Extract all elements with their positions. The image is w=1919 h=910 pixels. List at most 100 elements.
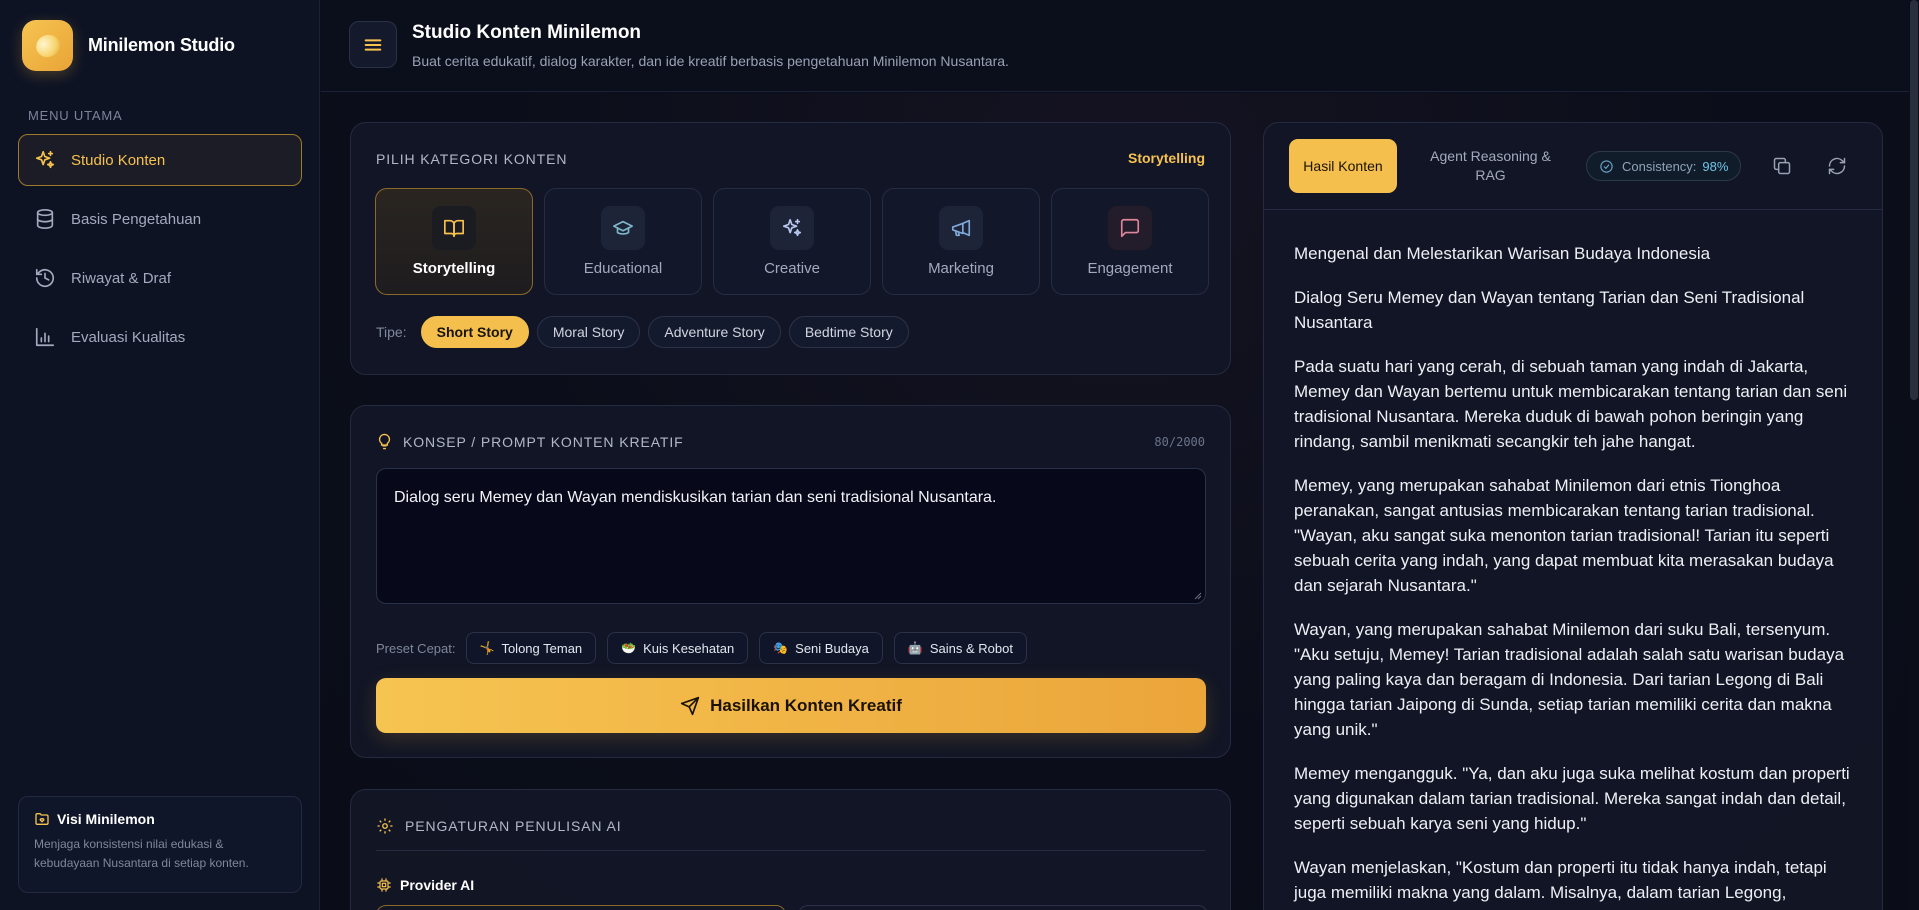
gear-icon (377, 818, 393, 834)
bar-chart-icon (34, 326, 56, 348)
selected-category-label: Storytelling (1127, 150, 1205, 166)
result-paragraph: Memey, yang merupakan sahabat Minilemon … (1294, 476, 1834, 595)
prompt-section-label: KONSEP / PROMPT KONTEN KREATIF (403, 433, 684, 450)
result-paragraph: Pada suatu hari yang cerah, di sebuah ta… (1294, 357, 1848, 451)
result-heading: Mengenal dan Melestarikan Warisan Budaya… (1294, 244, 1711, 263)
type-chip-short-story[interactable]: Short Story (420, 316, 529, 348)
page-title: Studio Konten Minilemon (412, 22, 642, 43)
database-icon (34, 208, 56, 230)
tab-agent-reasoning[interactable]: Agent Reasoning & RAG (1418, 147, 1563, 185)
category-tile-label: Marketing (928, 260, 994, 277)
visi-card: Visi Minilemon Menjaga konsistensi nilai… (18, 796, 302, 893)
generate-button-label: Hasilkan Konten Kreatif (710, 695, 902, 715)
sidebar-item-label: Evaluasi Kualitas (71, 328, 186, 346)
prompt-card: KONSEP / PROMPT KONTEN KREATIF 80/2000 D… (350, 405, 1231, 758)
type-chip-adventure-story[interactable]: Adventure Story (648, 316, 781, 348)
type-chip-moral-story[interactable]: Moral Story (536, 316, 641, 348)
type-chip-bedtime-story[interactable]: Bedtime Story (788, 316, 909, 348)
resize-handle-icon[interactable] (1192, 590, 1202, 600)
provider-select[interactable] (376, 905, 786, 910)
sparkles-icon (34, 149, 56, 171)
consistency-value: 98% (1702, 158, 1729, 174)
preset-chip-tolong-teman[interactable]: 🤸 Tolong Teman (465, 632, 597, 664)
character-count: 80/2000 (1154, 435, 1205, 449)
message-square-icon (1108, 206, 1152, 250)
ai-settings-label: PENGATURAN PENULISAN AI (405, 818, 622, 834)
lemon-logo-icon (22, 20, 73, 71)
divider (376, 850, 1205, 851)
graduation-cap-icon (601, 206, 645, 250)
copy-button[interactable] (1765, 149, 1799, 183)
salad-icon: 🥗 (621, 641, 637, 655)
preset-chip-label: Seni Budaya (795, 640, 869, 656)
sidebar-item-label: Studio Konten (71, 151, 166, 169)
preset-chip-seni-budaya[interactable]: 🎭 Seni Budaya (759, 632, 883, 664)
visi-title-text: Visi Minilemon (57, 811, 155, 827)
result-content: Mengenal dan Melestarikan Warisan Budaya… (1294, 241, 1854, 910)
brand[interactable]: Minilemon Studio (22, 20, 235, 71)
prompt-text: Dialog seru Memey dan Wayan mendiskusika… (394, 489, 997, 506)
result-subheading: Dialog Seru Memey dan Wayan tentang Tari… (1294, 288, 1805, 332)
category-tile-label: Educational (583, 260, 663, 277)
sidebar-item-evaluasi-kualitas[interactable]: Evaluasi Kualitas (18, 311, 302, 363)
megaphone-icon (939, 206, 983, 250)
scrollbar-thumb[interactable] (1910, 0, 1918, 400)
menu-toggle-button[interactable] (349, 21, 397, 68)
preset-label: Preset Cepat: (376, 640, 456, 656)
regenerate-button[interactable] (1820, 149, 1854, 183)
check-circle-icon (1600, 159, 1613, 173)
ai-settings-header: PENGATURAN PENULISAN AI (376, 817, 622, 835)
sidebar-item-label: Basis Pengetahuan (71, 210, 202, 228)
copy-icon (1773, 157, 1791, 175)
category-tile-label: Engagement (1087, 260, 1173, 277)
model-select[interactable] (798, 905, 1208, 910)
category-card: PILIH KATEGORI KONTEN Storytelling Story… (350, 122, 1231, 375)
send-icon (680, 696, 700, 715)
sidebar: Minilemon Studio MENU UTAMA Studio Konte… (0, 0, 320, 910)
top-header: Studio Konten Minilemon Buat cerita eduk… (321, 0, 1919, 92)
sidebar-item-label: Riwayat & Draf (71, 269, 172, 287)
provider-label-text: Provider AI (400, 877, 475, 893)
brand-name: Minilemon Studio (88, 35, 235, 55)
preset-chip-kuis-kesehatan[interactable]: 🥗 Kuis Kesehatan (607, 632, 749, 664)
category-tile-marketing[interactable]: Marketing (882, 188, 1040, 295)
visi-title: Visi Minilemon (34, 811, 286, 827)
menu-section-title: MENU UTAMA (28, 108, 123, 123)
provider-label: Provider AI (376, 877, 474, 893)
category-tile-creative[interactable]: Creative (713, 188, 871, 295)
prompt-textarea[interactable]: Dialog seru Memey dan Wayan mendiskusika… (376, 468, 1206, 604)
page-scrollbar[interactable] (1909, 0, 1919, 910)
type-label: Tipe: (376, 324, 407, 340)
consistency-badge: Consistency: 98% (1586, 151, 1742, 181)
tumbling-person-icon: 🤸 (479, 641, 495, 655)
cpu-icon (377, 878, 391, 892)
main-menu: Studio Konten Basis Pengetahuan Riwayat … (18, 134, 302, 370)
folder-heart-icon (35, 813, 49, 825)
result-paragraph: Memey mengangguk. "Ya, dan aku juga suka… (1294, 764, 1850, 833)
preset-chip-label: Kuis Kesehatan (643, 640, 735, 656)
sidebar-item-studio-konten[interactable]: Studio Konten (18, 134, 302, 186)
category-tile-storytelling[interactable]: Storytelling (375, 188, 533, 295)
category-section-label: PILIH KATEGORI KONTEN (376, 151, 568, 167)
category-tile-engagement[interactable]: Engagement (1051, 188, 1209, 295)
story-type-row: Tipe: Short Story Moral Story Adventure … (376, 316, 917, 348)
sidebar-item-riwayat-draf[interactable]: Riwayat & Draf (18, 252, 302, 304)
result-panel: Hasil Konten Agent Reasoning & RAG Consi… (1263, 122, 1883, 910)
book-open-icon (432, 206, 476, 250)
sidebar-item-basis-pengetahuan[interactable]: Basis Pengetahuan (18, 193, 302, 245)
category-tile-label: Creative (764, 260, 820, 277)
prompt-header: KONSEP / PROMPT KONTEN KREATIF (376, 433, 684, 450)
category-tile-educational[interactable]: Educational (544, 188, 702, 295)
generate-content-button[interactable]: Hasilkan Konten Kreatif (376, 678, 1206, 733)
refresh-icon (1828, 157, 1846, 175)
robot-icon: 🤖 (907, 641, 923, 655)
preset-chip-sains-robot[interactable]: 🤖 Sains & Robot (893, 632, 1027, 664)
sparkles-icon (770, 206, 814, 250)
ai-settings-card: PENGATURAN PENULISAN AI Provider AI (350, 789, 1231, 910)
result-paragraph: Wayan menjelaskan, "Kostum dan properti … (1294, 858, 1827, 902)
tab-hasil-konten[interactable]: Hasil Konten (1289, 139, 1397, 193)
result-paragraph: Wayan, yang merupakan sahabat Minilemon … (1294, 620, 1845, 739)
consistency-label: Consistency: (1622, 158, 1697, 174)
preset-chip-label: Tolong Teman (501, 640, 583, 656)
category-tile-label: Storytelling (412, 260, 496, 277)
